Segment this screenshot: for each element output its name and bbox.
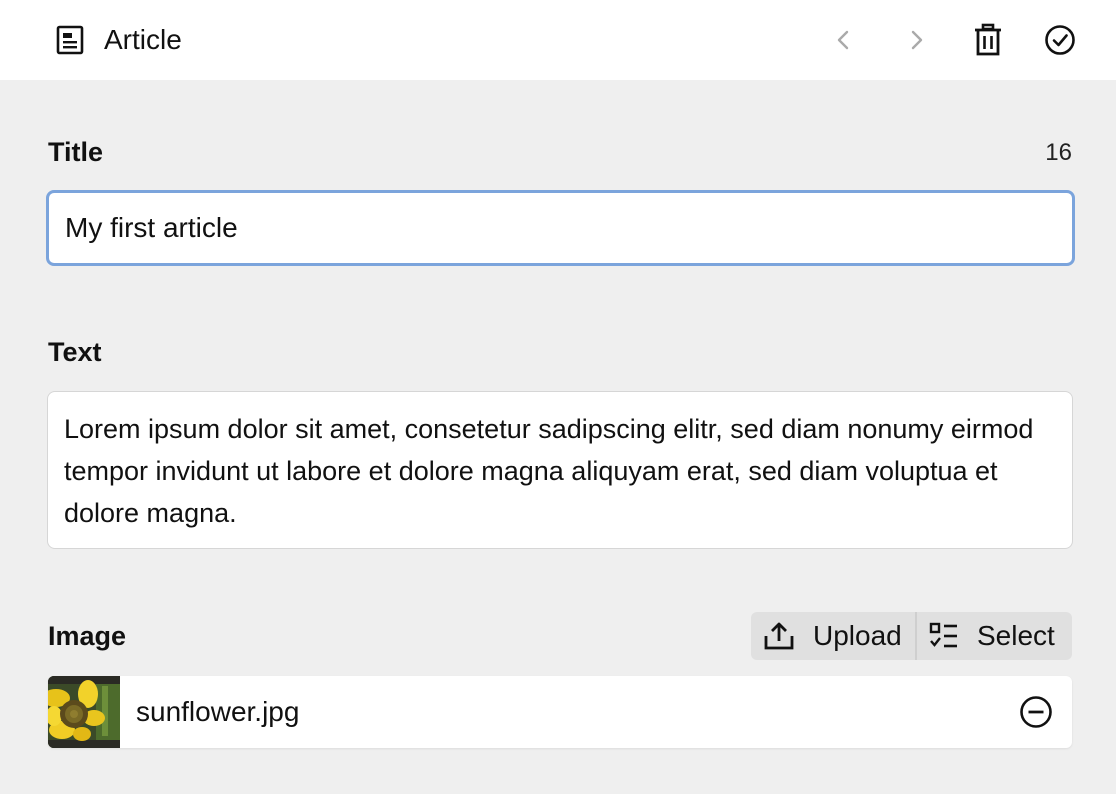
upload-icon [764,622,794,650]
select-button[interactable]: Select [917,612,1072,660]
page-title: Article [104,24,182,55]
check-circle-icon [1045,25,1075,55]
remove-circle-icon[interactable] [1018,694,1054,730]
title-input[interactable] [46,190,1075,266]
image-actions: Upload Select [751,612,1072,660]
delete-button[interactable] [968,20,1008,60]
chevron-right-icon [911,30,923,50]
previous-button[interactable] [824,20,864,60]
trash-icon [975,23,1001,56]
image-file-row: sunflower.jpg [48,676,1072,748]
file-name: sunflower.jpg [136,696,300,727]
title-char-count: 16 [1045,139,1072,166]
next-button[interactable] [896,20,936,60]
text-label: Text [48,337,102,367]
image-label: Image [48,621,127,651]
done-button[interactable] [1040,20,1080,60]
text-textarea[interactable]: Lorem ipsum dolor sit amet, consetetur s… [47,391,1073,549]
chevron-left-icon [837,30,849,50]
checklist-icon [929,622,957,648]
title-label: Title [48,137,104,167]
upload-button[interactable]: Upload [751,612,917,660]
upload-label: Upload [813,620,902,651]
sunflower-thumbnail [48,676,120,748]
top-bar: Article [0,0,1116,80]
document-icon [56,25,84,55]
select-label: Select [977,620,1055,651]
